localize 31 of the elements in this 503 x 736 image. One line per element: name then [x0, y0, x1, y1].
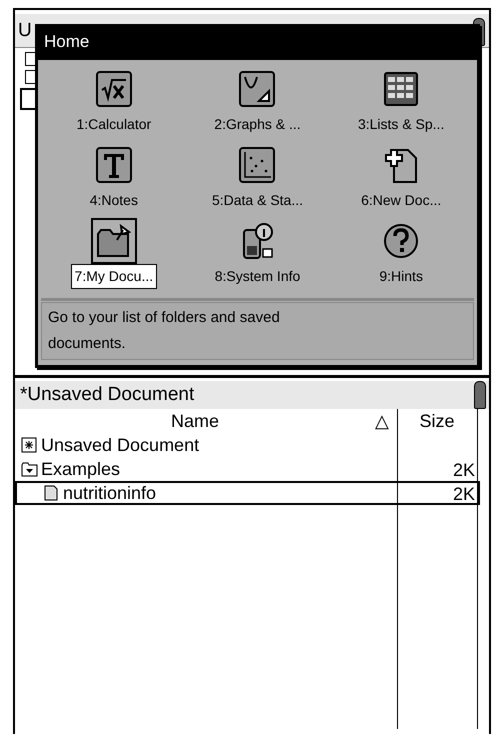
file-row[interactable]: Unsaved Document — [15, 433, 480, 457]
dialog-title: Home — [38, 27, 477, 60]
file-name: nutritioninfo — [63, 482, 156, 504]
document-icon — [21, 437, 38, 453]
menu-item[interactable]: 7:My Docu... — [70, 264, 158, 289]
file-size: 2K — [452, 483, 476, 503]
menu-item[interactable]: 6:New Doc... — [357, 188, 446, 213]
file-name: Unsaved Document — [41, 434, 200, 456]
menu-item[interactable]: 1:Calculator — [72, 112, 156, 137]
graph-icon[interactable] — [238, 70, 276, 108]
file-row[interactable]: nutritioninfo 2K — [15, 481, 480, 505]
notes-icon[interactable] — [94, 146, 133, 184]
scatter-plot-icon[interactable] — [238, 146, 276, 184]
column-header[interactable]: Size — [397, 409, 477, 433]
help-icon[interactable] — [382, 222, 420, 260]
spreadsheet-icon[interactable] — [382, 70, 420, 108]
file-name: Examples — [41, 458, 120, 480]
document-title: U — [18, 19, 32, 43]
column-header[interactable]: Name — [15, 409, 375, 433]
menu-item[interactable]: 5:Data & Sta... — [208, 188, 308, 213]
menu-item[interactable]: 2:Graphs & ... — [210, 112, 305, 137]
menu-item[interactable]: 8:System Info — [210, 264, 304, 289]
menu-item[interactable]: 9:Hints — [375, 264, 427, 289]
menu-item[interactable]: 4:Notes — [86, 188, 142, 213]
file-size: 2K — [452, 459, 476, 479]
hint-text: Go to your list of folders and saved documents. — [41, 302, 474, 360]
calculator-icon[interactable] — [94, 70, 133, 108]
menu-item[interactable]: 3:Lists & Sp... — [354, 112, 448, 137]
sort-indicator: △ — [375, 410, 390, 433]
document-title: *Unsaved Document — [20, 382, 194, 407]
file-row[interactable]: Examples 2K — [15, 457, 480, 481]
